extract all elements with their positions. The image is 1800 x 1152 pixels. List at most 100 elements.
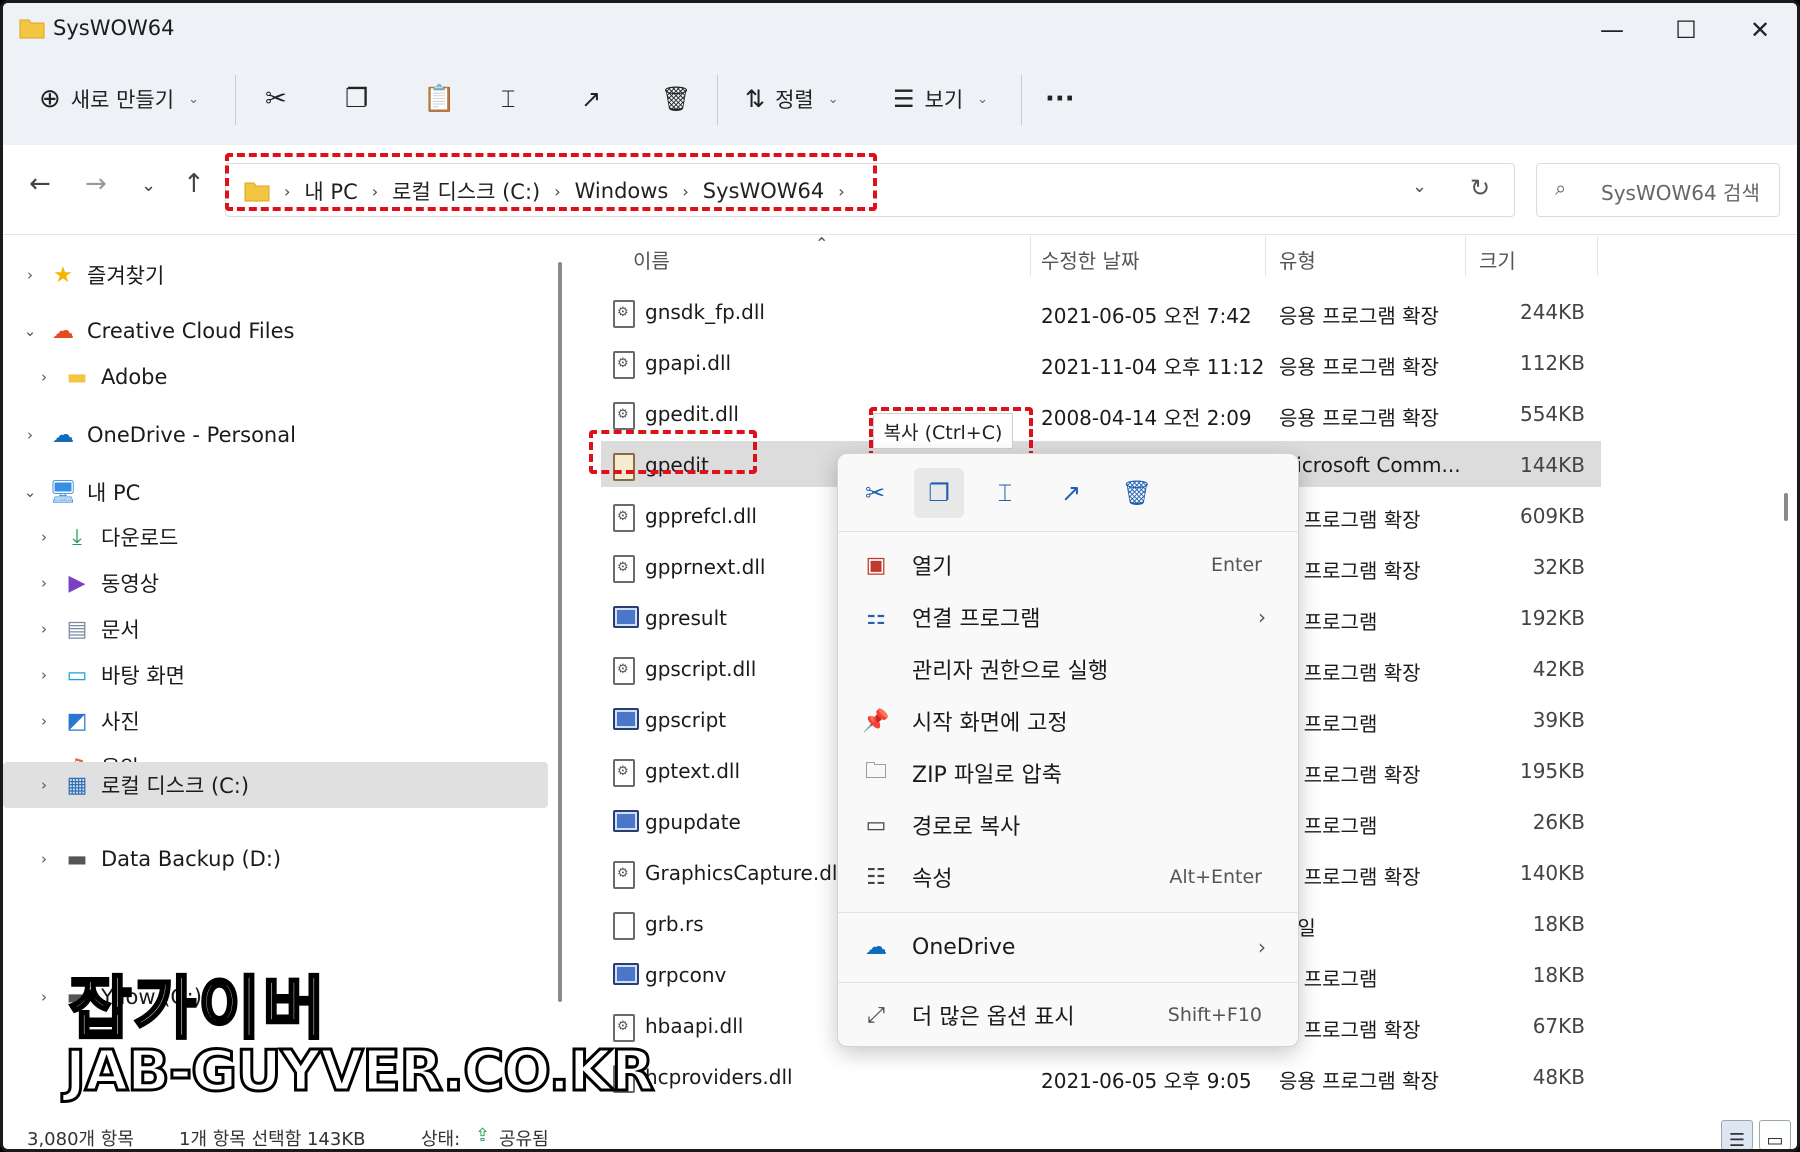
close-button[interactable]: ✕ [1731, 11, 1789, 49]
chevron-down-icon: ⌄ [977, 91, 989, 107]
command-bar: ⊕ 새로 만들기 ⌄ ✂ ❐ 📋 ⌶ ↗ 🗑 ⇅ 정렬 ⌄ ☰ 보기 ⌄ ··· [3, 57, 1797, 145]
file-icon [613, 1014, 635, 1042]
file-name: GraphicsCapture.dll [645, 861, 844, 885]
copy-icon: ❐ [345, 84, 369, 114]
ctx-run-as-admin[interactable]: 관리자 권한으로 실행 [846, 644, 1292, 694]
copy-button[interactable]: ❐ [345, 75, 368, 123]
ctx-open-with[interactable]: ⚏ 연결 프로그램 › [846, 592, 1292, 642]
list-view-icon: ☰ [893, 85, 915, 113]
file-icon [613, 861, 635, 889]
menu-shortcut: Alt+Enter [1169, 866, 1262, 888]
table-row[interactable]: gnsdk_fp.dll 2021-06-05 오전 7:42 응용 프로그램 확장… [601, 288, 1601, 334]
chevron-right-icon: › [1258, 605, 1266, 629]
cloud-icon: ☁ [865, 934, 887, 960]
file-size: 140KB [1519, 861, 1585, 885]
sort-icon: ⇅ [745, 85, 766, 113]
menu-label: 속성 [912, 867, 953, 892]
download-icon: ⤓ [72, 524, 82, 550]
menu-label: 열기 [912, 555, 953, 580]
table-row[interactable]: hcproviders.dll 2021-06-05 오후 9:05 응용 프로그램… [601, 1053, 1601, 1099]
minimize-button[interactable]: — [1583, 11, 1641, 49]
ctx-pin-start[interactable]: 📌 시작 화면에 고정 [846, 696, 1292, 746]
share-icon: ↗ [581, 85, 602, 113]
file-size: 244KB [1519, 300, 1585, 324]
nav-item-creative-cloud[interactable]: ⌄ ☁ Creative Cloud Files [3, 308, 548, 354]
expand-icon: ⤢ [867, 1002, 885, 1028]
file-name: gpscript.dll [645, 657, 757, 681]
nav-item-data-backup[interactable]: › ▬ Data Backup (D:) [3, 836, 548, 882]
file-size: 42KB [1532, 657, 1585, 681]
file-scrollbar[interactable] [1784, 493, 1788, 521]
cut-button[interactable]: ✂ [265, 75, 287, 123]
view-label: 보기 [924, 88, 964, 112]
file-size: 26KB [1532, 810, 1585, 834]
ctx-share-button[interactable]: ↗ [1046, 468, 1096, 518]
new-button[interactable]: ⊕ 새로 만들기 ⌄ [39, 75, 199, 123]
ctx-delete-button[interactable]: 🗑 [1112, 468, 1162, 518]
column-size[interactable]: 크기 [1479, 236, 1516, 282]
nav-item-label: 문서 [101, 618, 140, 642]
delete-button[interactable]: 🗑 [661, 75, 691, 123]
disk-icon: ▦ [66, 772, 88, 798]
nav-item-videos[interactable]: › ▶ 동영상 [3, 560, 548, 606]
window-title: SysWOW64 [53, 16, 175, 40]
app-file-icon [613, 606, 639, 628]
tiles-view-button[interactable]: ▭ [1759, 1120, 1791, 1149]
back-arrow-icon[interactable]: ← [29, 169, 51, 199]
paste-button[interactable]: 📋 [423, 75, 455, 123]
open-with-icon: ⚏ [866, 604, 886, 630]
nav-item-local-disk[interactable]: › ▦ 로컬 디스크 (C:) [3, 762, 548, 808]
nav-item-my-pc[interactable]: ⌄ 🖥 내 PC [3, 469, 548, 515]
ctx-compress-zip[interactable]: 🗀 ZIP 파일로 압축 [846, 748, 1292, 798]
file-size: 18KB [1532, 963, 1585, 987]
maximize-button[interactable]: ☐ [1657, 11, 1715, 49]
file-type: 용 프로그램 확장 [1279, 508, 1421, 532]
nav-item-favorites[interactable]: › ★ 즐겨찾기 [3, 252, 548, 298]
address-dropdown-icon[interactable]: ⌄ [1412, 176, 1427, 197]
file-type: 응용 프로그램 확장 [1279, 1069, 1439, 1093]
column-name[interactable]: 이름 [633, 236, 670, 282]
file-size: 195KB [1519, 759, 1585, 783]
nav-item-adobe[interactable]: › ▬ Adobe [3, 354, 548, 400]
column-date[interactable]: 수정한 날짜 [1041, 236, 1139, 282]
table-row[interactable]: gpapi.dll 2021-11-04 오후 11:12 응용 프로그램 확장 11… [601, 339, 1601, 385]
ctx-onedrive[interactable]: ☁ OneDrive › [846, 922, 1292, 972]
recent-chevron-icon[interactable]: ⌄ [141, 175, 156, 196]
rename-icon: ⌶ [997, 479, 1013, 507]
rename-button[interactable]: ⌶ [501, 75, 515, 123]
tooltip-highlight [869, 407, 1033, 459]
more-options-button[interactable]: ··· [1045, 75, 1075, 123]
ctx-properties[interactable]: ☷ 속성 Alt+Enter [846, 852, 1292, 902]
file-name: grpconv [645, 963, 727, 987]
nav-scrollbar[interactable] [558, 262, 562, 1002]
creative-cloud-icon: ☁ [52, 318, 74, 344]
nav-item-desktop[interactable]: › ▭ 바탕 화면 [3, 652, 548, 698]
watermark-url: JAB-GUYVER.CO.KR [63, 1038, 655, 1106]
ctx-copy-button[interactable]: ❐ [914, 468, 964, 518]
details-view-button[interactable]: ☰ [1721, 1120, 1753, 1149]
file-icon [613, 351, 635, 379]
ctx-cut-button[interactable]: ✂ [850, 468, 900, 518]
app-file-icon [613, 963, 639, 985]
nav-item-documents[interactable]: › ▤ 문서 [3, 606, 548, 652]
sort-button[interactable]: ⇅ 정렬 ⌄ [745, 75, 839, 123]
ctx-show-more[interactable]: ⤢ 더 많은 옵션 표시 Shift+F10 [846, 990, 1292, 1040]
nav-item-pictures[interactable]: › ◩ 사진 [3, 698, 548, 744]
share-button[interactable]: ↗ [581, 75, 601, 123]
sort-label: 정렬 [775, 88, 814, 112]
nav-item-downloads[interactable]: › ⤓ 다운로드 [3, 514, 548, 560]
ctx-open[interactable]: ▣ 열기 Enter [846, 540, 1292, 590]
refresh-icon[interactable]: ↻ [1470, 174, 1490, 202]
copy-icon: ❐ [928, 479, 950, 507]
search-input[interactable]: ⌕ SysWOW64 검색 [1536, 163, 1780, 217]
state-value: 공유됨 [499, 1129, 549, 1150]
nav-item-onedrive[interactable]: › ☁ OneDrive - Personal [3, 412, 548, 458]
up-arrow-icon[interactable]: ↑ [183, 169, 205, 199]
forward-arrow-icon[interactable]: → [85, 169, 107, 199]
ctx-copy-path[interactable]: ▭ 경로로 복사 [846, 800, 1292, 850]
view-button[interactable]: ☰ 보기 ⌄ [893, 75, 988, 123]
column-type[interactable]: 유형 [1279, 236, 1316, 282]
ctx-rename-button[interactable]: ⌶ [980, 468, 1030, 518]
file-name: gnsdk_fp.dll [645, 300, 765, 324]
file-type: 응용 프로그램 확장 [1279, 304, 1439, 328]
